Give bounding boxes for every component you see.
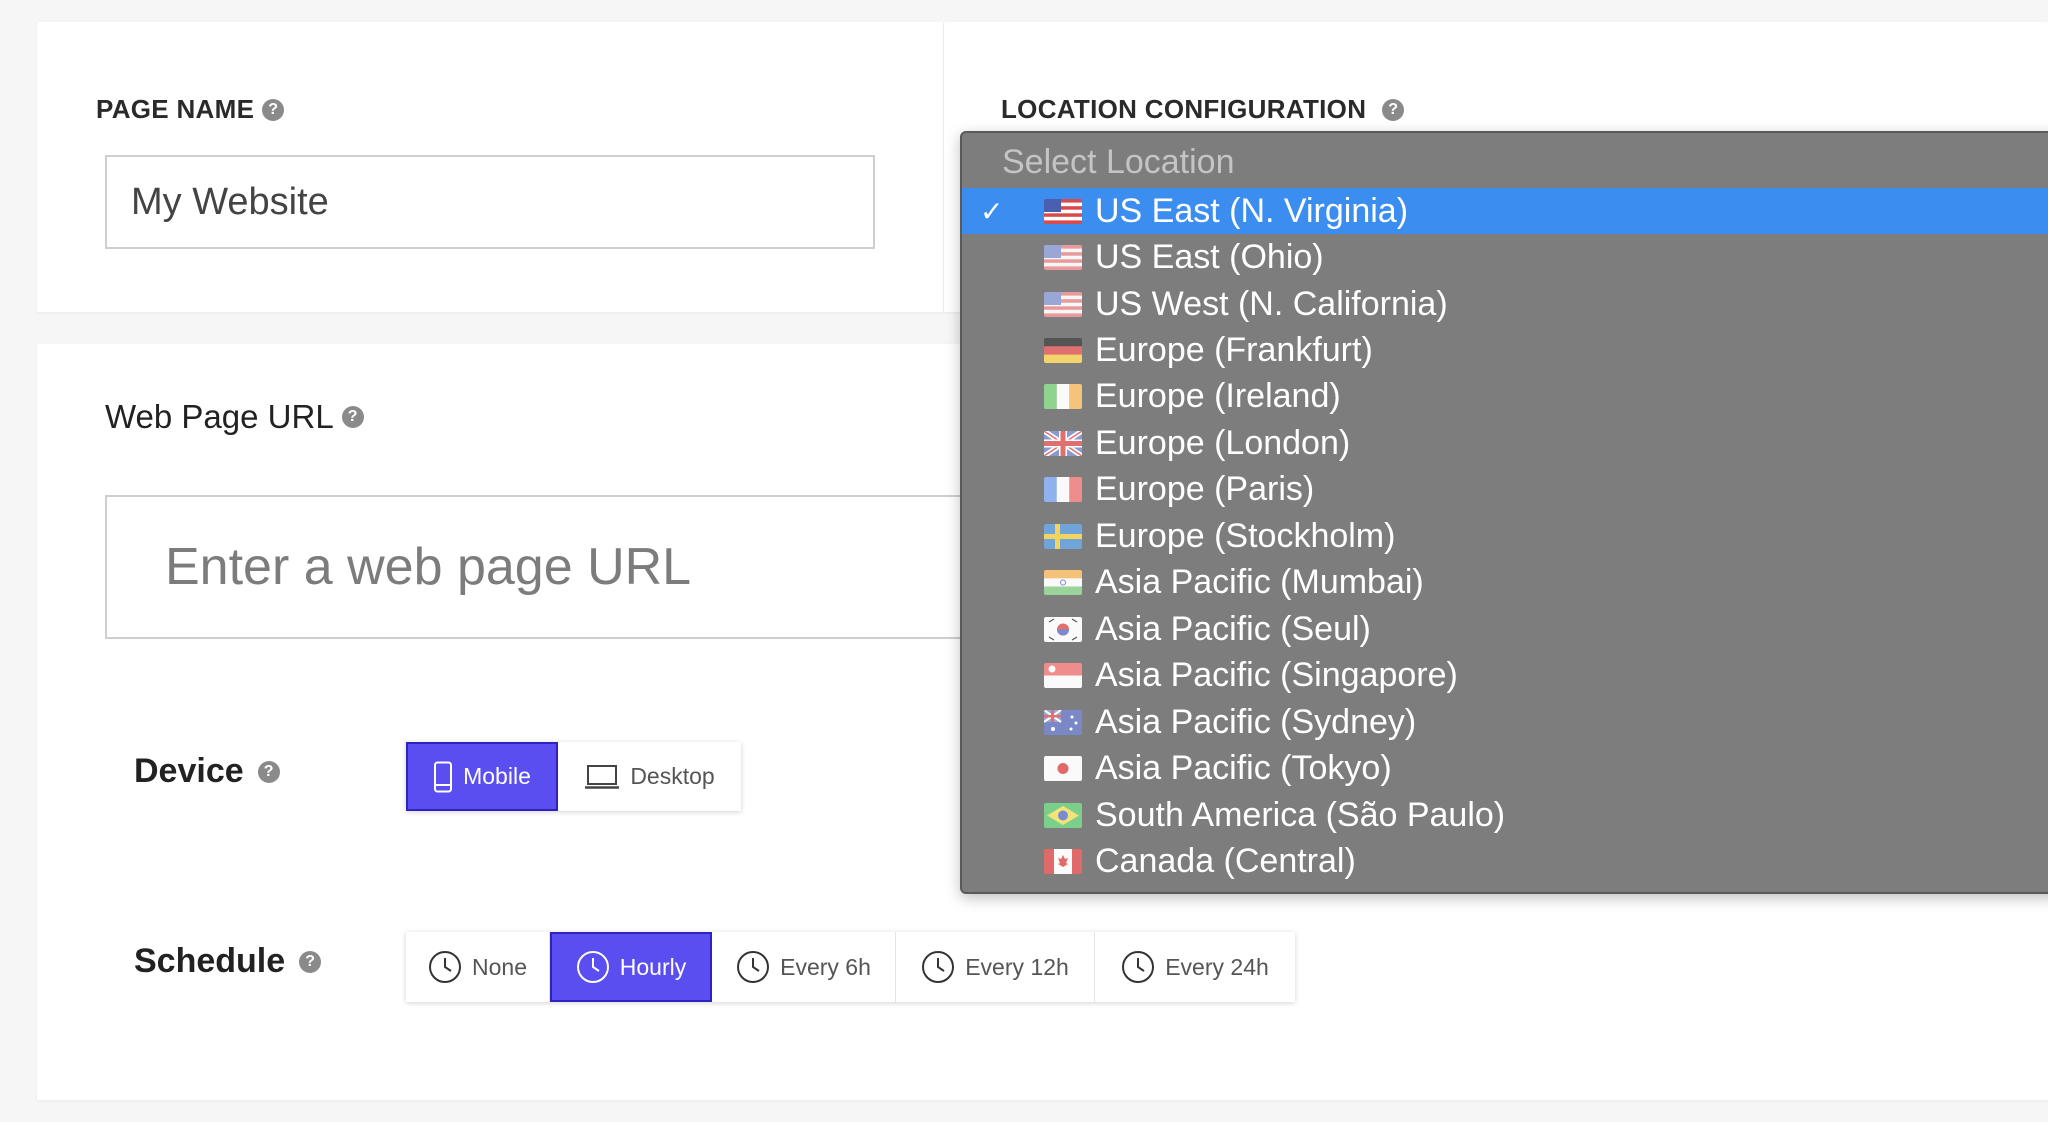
location-option-label: Asia Pacific (Sydney) xyxy=(1095,702,1417,741)
page-name-heading: PAGE NAME ? xyxy=(96,94,285,125)
ca-flag-icon xyxy=(1044,848,1082,874)
schedule-option-label: Every 6h xyxy=(780,953,871,980)
mobile-icon xyxy=(433,761,453,793)
location-label: LOCATION CONFIGURATION xyxy=(1001,94,1367,124)
laptop-icon xyxy=(584,764,620,790)
us-flag-icon xyxy=(1044,291,1082,317)
schedule-option-label: None xyxy=(472,953,527,980)
help-icon[interactable]: ? xyxy=(262,98,285,121)
location-option[interactable]: US West (N. California) xyxy=(962,281,2048,327)
schedule-heading: Schedule ? xyxy=(134,942,322,981)
clock-icon xyxy=(1121,950,1155,984)
help-icon[interactable]: ? xyxy=(341,406,364,428)
url-heading: Web Page URL ? xyxy=(105,398,364,436)
device-option-label: Mobile xyxy=(463,763,531,789)
us-flag-icon xyxy=(1044,244,1082,270)
location-option-label: Europe (Paris) xyxy=(1095,469,1315,508)
device-toggle: Mobile Desktop xyxy=(406,742,741,811)
url-input[interactable]: Enter a web page URL xyxy=(105,495,1085,639)
fr-flag-icon xyxy=(1044,476,1082,502)
location-option-label: US West (N. California) xyxy=(1095,284,1448,323)
device-option-label: Desktop xyxy=(630,763,715,789)
location-option[interactable]: Asia Pacific (Tokyo) xyxy=(962,745,2048,791)
in-flag-icon xyxy=(1044,569,1082,595)
location-option-label: Asia Pacific (Singapore) xyxy=(1095,655,1458,694)
location-option[interactable]: Asia Pacific (Singapore) xyxy=(962,652,2048,698)
jp-flag-icon xyxy=(1044,755,1082,781)
location-dropdown[interactable]: Select Location ✓ US East (N. Virginia) … xyxy=(960,131,2048,894)
ie-flag-icon xyxy=(1044,383,1082,409)
url-placeholder: Enter a web page URL xyxy=(165,538,692,596)
schedule-label: Schedule xyxy=(134,942,286,980)
location-option-label: US East (N. Virginia) xyxy=(1095,191,1409,230)
location-option[interactable]: South America (São Paulo) xyxy=(962,792,2048,838)
schedule-option-label: Every 12h xyxy=(965,953,1069,980)
location-option-label: Europe (Stockholm) xyxy=(1095,516,1396,555)
de-flag-icon xyxy=(1044,337,1082,363)
schedule-option-hourly[interactable]: Hourly xyxy=(550,932,712,1002)
location-option[interactable]: Europe (London) xyxy=(962,420,2048,466)
clock-icon xyxy=(428,950,462,984)
location-option-label: South America (São Paulo) xyxy=(1095,795,1506,834)
location-option-label: Europe (Frankfurt) xyxy=(1095,330,1373,369)
clock-icon xyxy=(921,950,955,984)
schedule-option-label: Every 24h xyxy=(1165,953,1269,980)
br-flag-icon xyxy=(1044,802,1082,828)
sg-flag-icon xyxy=(1044,662,1082,688)
location-option-label: Canada (Central) xyxy=(1095,841,1356,880)
gb-flag-icon xyxy=(1044,430,1082,456)
page-name-input[interactable]: My Website xyxy=(105,155,875,249)
location-option-label: Europe (London) xyxy=(1095,423,1351,462)
location-option[interactable]: Asia Pacific (Sydney) xyxy=(962,699,2048,745)
checkmark-icon: ✓ xyxy=(980,195,1004,227)
device-option-desktop[interactable]: Desktop xyxy=(558,742,741,811)
location-option[interactable]: Europe (Frankfurt) xyxy=(962,327,2048,373)
schedule-toggle: None Hourly Every 6h Every 12h Every 24h xyxy=(406,932,1295,1002)
clock-icon xyxy=(576,950,610,984)
schedule-option-6h[interactable]: Every 6h xyxy=(712,932,896,1002)
kr-flag-icon xyxy=(1044,616,1082,642)
location-option[interactable]: Europe (Ireland) xyxy=(962,373,2048,419)
location-option-label: Europe (Ireland) xyxy=(1095,376,1341,415)
us-flag-icon xyxy=(1044,198,1082,224)
location-option-label: Asia Pacific (Mumbai) xyxy=(1095,562,1424,601)
schedule-option-none[interactable]: None xyxy=(406,932,550,1002)
location-option[interactable]: Asia Pacific (Seul) xyxy=(962,606,2048,652)
device-label: Device xyxy=(134,752,244,790)
location-option[interactable]: Asia Pacific (Mumbai) xyxy=(962,559,2048,605)
schedule-option-12h[interactable]: Every 12h xyxy=(896,932,1095,1002)
location-option-label: Asia Pacific (Tokyo) xyxy=(1095,748,1392,787)
location-option[interactable]: ✓ US East (N. Virginia) xyxy=(962,188,2048,234)
location-heading: LOCATION CONFIGURATION ? xyxy=(1001,94,1405,125)
location-option[interactable]: Europe (Stockholm) xyxy=(962,513,2048,559)
schedule-option-label: Hourly xyxy=(619,953,687,980)
page-name-label: PAGE NAME xyxy=(96,94,255,124)
schedule-option-24h[interactable]: Every 24h xyxy=(1095,932,1295,1002)
help-icon[interactable]: ? xyxy=(1382,98,1405,121)
url-label: Web Page URL xyxy=(105,398,334,435)
location-option[interactable]: Europe (Paris) xyxy=(962,466,2048,512)
help-icon[interactable]: ? xyxy=(257,760,280,783)
clock-icon xyxy=(736,950,770,984)
location-option[interactable]: Canada (Central) xyxy=(962,838,2048,884)
help-icon[interactable]: ? xyxy=(299,950,322,973)
location-option[interactable]: US East (Ohio) xyxy=(962,234,2048,280)
au-flag-icon xyxy=(1044,709,1082,735)
location-placeholder: Select Location xyxy=(1002,143,1235,181)
device-option-mobile[interactable]: Mobile xyxy=(406,742,558,811)
device-heading: Device ? xyxy=(134,752,280,791)
page-name-value: My Website xyxy=(131,180,329,223)
location-option-label: Asia Pacific (Seul) xyxy=(1095,609,1371,648)
se-flag-icon xyxy=(1044,523,1082,549)
location-option-label: US East (Ohio) xyxy=(1095,237,1324,276)
